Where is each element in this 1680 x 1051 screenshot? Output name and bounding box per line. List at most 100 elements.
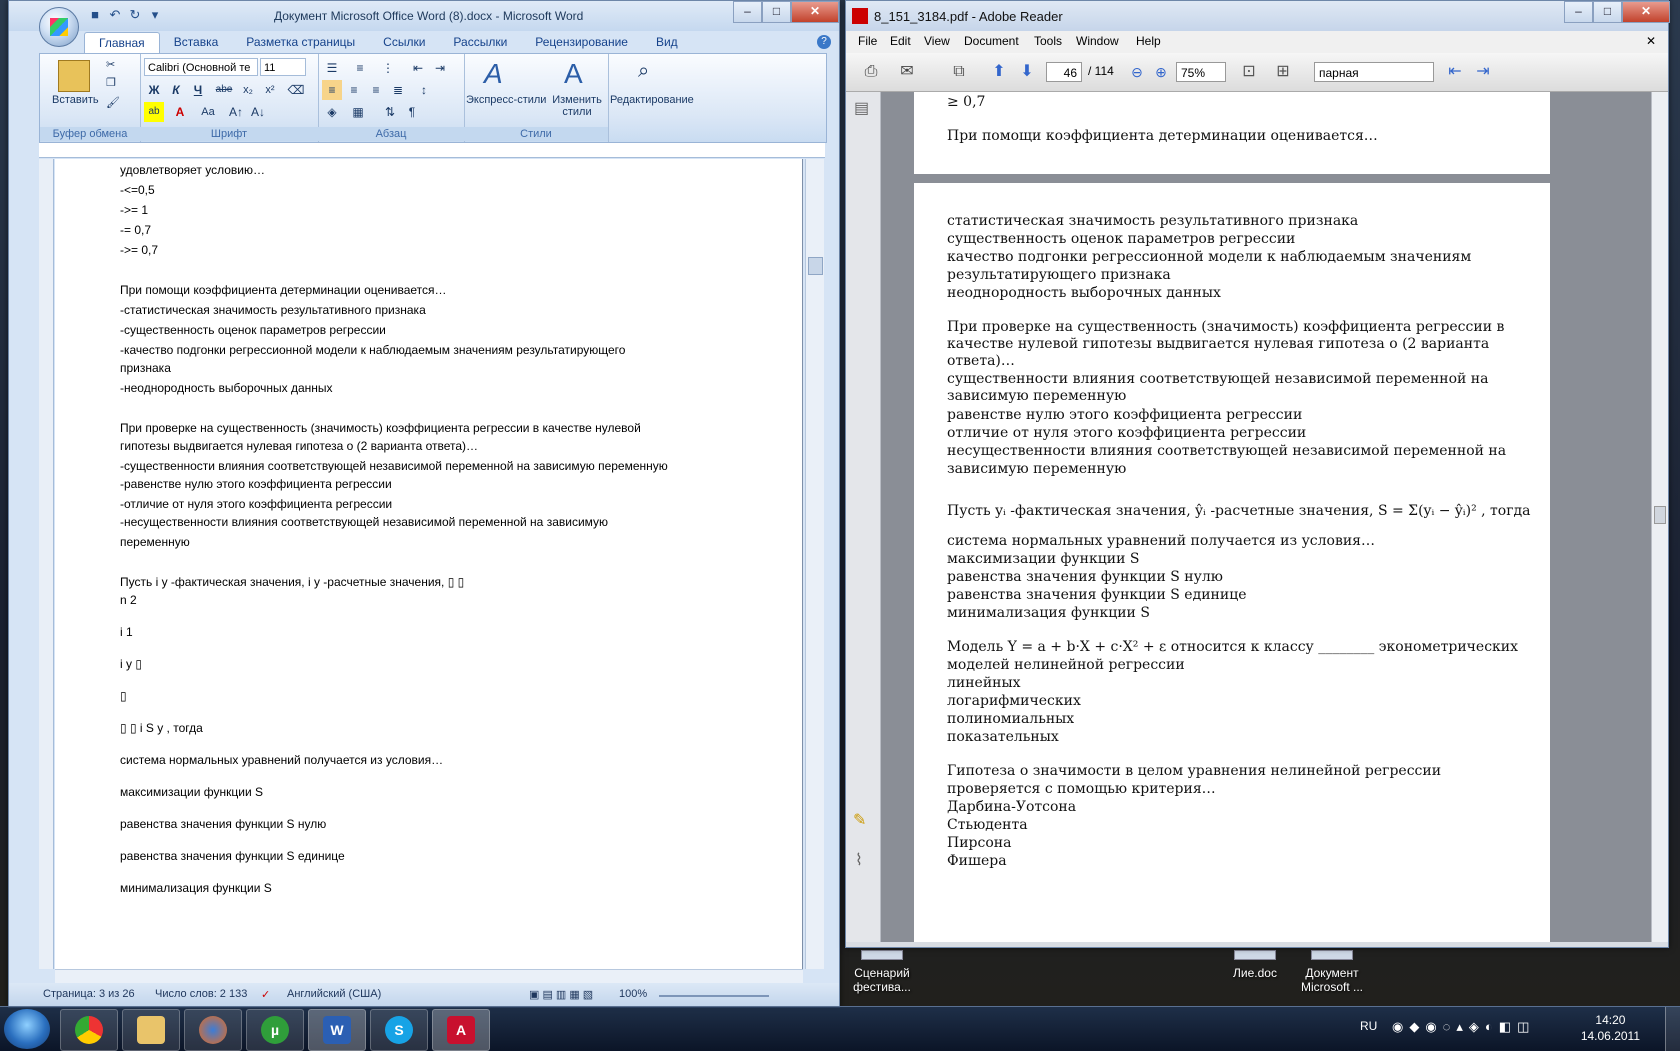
multilevel-list-icon[interactable]: ⋮ xyxy=(378,58,398,78)
language-indicator[interactable]: Английский (США) xyxy=(287,988,381,1000)
menu-document[interactable]: Document xyxy=(964,34,1019,48)
taskbar-word[interactable]: W xyxy=(308,1009,366,1051)
font-color-button[interactable]: A xyxy=(170,102,190,122)
horizontal-ruler[interactable] xyxy=(39,143,825,158)
font-name-combo[interactable]: Calibri (Основной те xyxy=(144,58,258,76)
desktop-icon-msdoc[interactable]: Документ Microsoft ... xyxy=(1292,950,1372,994)
help-icon[interactable]: ? xyxy=(817,35,831,49)
align-right-icon[interactable]: ≡ xyxy=(366,80,386,100)
horizontal-scrollbar[interactable] xyxy=(55,969,803,984)
line-spacing-icon[interactable]: ↕ xyxy=(414,80,434,100)
bullets-icon[interactable]: ☰ xyxy=(322,58,342,78)
zoom-in-icon[interactable]: ⊕ xyxy=(1148,59,1174,85)
clear-format-icon[interactable]: ⌫ xyxy=(286,80,306,100)
reader-vertical-scrollbar[interactable] xyxy=(1651,92,1668,942)
tab-insert[interactable]: Вставка xyxy=(160,32,233,53)
menu-help[interactable]: Help xyxy=(1136,34,1161,48)
tab-mailings[interactable]: Рассылки xyxy=(439,32,521,53)
qat-customize-icon[interactable]: ▾ xyxy=(147,7,163,23)
pilcrow-icon[interactable]: ¶ xyxy=(402,102,422,122)
tab-references[interactable]: Ссылки xyxy=(369,32,439,53)
pages-icon[interactable]: ▤ xyxy=(854,98,869,118)
taskbar-utorrent[interactable]: µ xyxy=(246,1009,304,1051)
desktop-icon-lie[interactable]: Лие.doc xyxy=(1215,950,1295,980)
tab-view[interactable]: Вид xyxy=(642,32,692,53)
maximize-button[interactable]: □ xyxy=(1593,1,1622,23)
taskbar-chrome[interactable] xyxy=(60,1009,118,1051)
email-icon[interactable]: ✉ xyxy=(894,59,920,85)
clock[interactable]: 14:20 14.06.2011 xyxy=(1581,1012,1640,1044)
vertical-scrollbar[interactable] xyxy=(805,159,824,969)
word-count[interactable]: Число слов: 2 133 xyxy=(155,988,247,1000)
print-icon[interactable]: ⎙ xyxy=(858,59,884,85)
reader-title-bar[interactable]: 8_151_3184.pdf - Adobe Reader – □ ✕ xyxy=(846,1,1670,31)
binoculars-icon[interactable]: ⌕ xyxy=(638,60,649,83)
zoom-out-icon[interactable]: ⊖ xyxy=(1124,59,1150,85)
word-title-bar[interactable]: Документ Microsoft Office Word (8).docx … xyxy=(9,1,839,31)
superscript-button[interactable]: x² xyxy=(260,80,280,100)
zoom-combo[interactable]: 75% xyxy=(1176,62,1226,82)
font-size-combo[interactable]: 11 xyxy=(260,58,306,76)
view-buttons[interactable]: ▣ ▤ ▥ ▦ ▧ xyxy=(529,988,593,1001)
increase-indent-icon[interactable]: ⇥ xyxy=(430,58,450,78)
tray-icons[interactable]: ◉◆◉◌▴◈◐◧◫ xyxy=(1392,1019,1535,1035)
menu-tools[interactable]: Tools xyxy=(1034,34,1062,48)
grow-font-button[interactable]: A↑ xyxy=(226,102,246,122)
fit-width-icon[interactable]: ⊞ xyxy=(1270,59,1296,85)
close-button[interactable]: ✕ xyxy=(791,1,839,23)
change-styles-icon[interactable]: A xyxy=(564,58,583,90)
document-page[interactable]: удовлетворяет условию… -<=0,5 ->= 1 -= 0,7 -… xyxy=(55,159,802,969)
document-area[interactable]: удовлетворяет условию… -<=0,5 ->= 1 -= 0,7 -… xyxy=(55,159,803,969)
taskbar-skype[interactable]: S xyxy=(370,1009,428,1051)
cut-icon[interactable]: ✂ xyxy=(106,58,115,71)
scrollbar-thumb[interactable] xyxy=(1654,506,1666,524)
shading-icon[interactable]: ◈ xyxy=(322,102,342,122)
change-case-button[interactable]: Aa xyxy=(198,102,218,122)
close-button[interactable]: ✕ xyxy=(1622,1,1670,23)
previous-view-icon[interactable]: ⇤ xyxy=(1442,59,1468,85)
fit-page-icon[interactable]: ⊡ xyxy=(1236,59,1262,85)
next-view-icon[interactable]: ⇥ xyxy=(1470,59,1496,85)
numbering-icon[interactable]: ≡ xyxy=(350,58,370,78)
change-styles-button[interactable]: Изменить стили xyxy=(548,94,606,118)
zoom-slider[interactable] xyxy=(659,995,769,997)
underline-button[interactable]: Ч xyxy=(188,80,208,100)
tab-home[interactable]: Главная xyxy=(84,32,160,53)
layout-mode-combo[interactable]: парная xyxy=(1314,62,1434,82)
menu-edit[interactable]: Edit xyxy=(890,34,911,48)
highlight-button[interactable]: ab xyxy=(144,102,164,122)
page-indicator[interactable]: Страница: 3 из 26 xyxy=(43,988,135,1000)
align-center-icon[interactable]: ≡ xyxy=(344,80,364,100)
office-button[interactable] xyxy=(39,7,79,47)
shrink-font-button[interactable]: A↓ xyxy=(248,102,268,122)
next-page-icon[interactable]: ⬇ xyxy=(1014,59,1040,85)
align-left-icon[interactable]: ≡ xyxy=(322,80,342,100)
spellcheck-icon[interactable]: ✓ xyxy=(261,988,270,1001)
page-number-input[interactable]: 46 xyxy=(1046,62,1082,82)
paste-button[interactable]: Вставить xyxy=(52,94,99,106)
menu-file[interactable]: File xyxy=(858,34,877,48)
editing-button[interactable]: Редактирование xyxy=(610,94,694,106)
menu-window[interactable]: Window xyxy=(1076,34,1119,48)
tab-page-layout[interactable]: Разметка страницы xyxy=(232,32,369,53)
menu-view[interactable]: View xyxy=(924,34,950,48)
paste-icon[interactable] xyxy=(58,60,90,92)
zoom-level[interactable]: 100% xyxy=(619,988,647,1000)
comments-icon[interactable]: ✎ xyxy=(853,810,866,830)
tab-review[interactable]: Рецензирование xyxy=(521,32,642,53)
taskbar-explorer[interactable] xyxy=(122,1009,180,1051)
strikethrough-button[interactable]: abe xyxy=(214,80,234,100)
save-icon[interactable]: ■ xyxy=(87,7,103,23)
format-painter-icon[interactable]: 🖌 xyxy=(106,96,120,109)
attachments-icon[interactable]: ⌇ xyxy=(855,850,863,870)
decrease-indent-icon[interactable]: ⇤ xyxy=(408,58,428,78)
express-styles-button[interactable]: Экспресс-стили xyxy=(466,94,546,106)
sort-icon[interactable]: ⇅ xyxy=(380,102,400,122)
document-view[interactable]: ≥ 0,7 При помощи коэффициента детерминац… xyxy=(881,92,1651,942)
taskbar-firefox[interactable] xyxy=(184,1009,242,1051)
borders-icon[interactable]: ▦ xyxy=(348,102,368,122)
bold-button[interactable]: Ж xyxy=(144,80,164,100)
minimize-button[interactable]: – xyxy=(733,1,762,23)
copy-icon[interactable]: ❐ xyxy=(106,76,116,89)
justify-icon[interactable]: ≣ xyxy=(388,80,408,100)
